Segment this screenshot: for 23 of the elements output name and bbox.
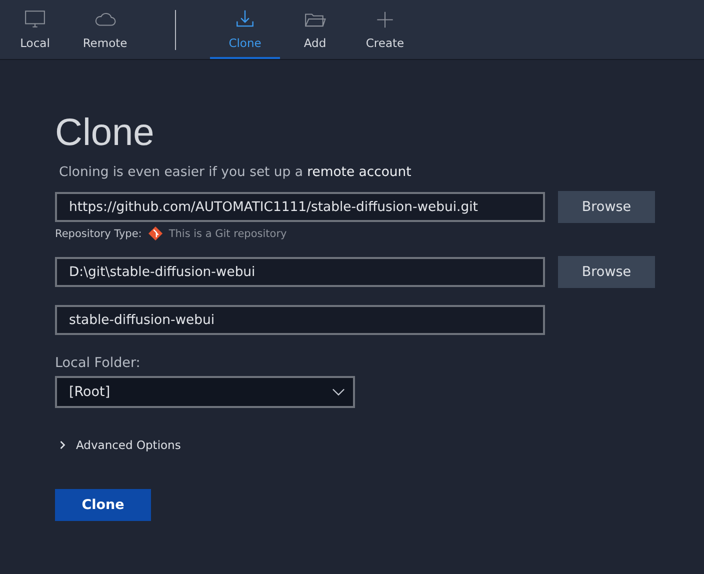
name-field[interactable]: stable-diffusion-webui xyxy=(55,305,545,335)
toolbar-tab[interactable]: Create xyxy=(350,0,420,59)
monitor-icon xyxy=(23,8,47,30)
chevron-down-icon xyxy=(332,388,345,396)
remote-account-link[interactable]: remote account xyxy=(307,165,412,180)
repository-type-label: Repository Type: xyxy=(55,228,142,240)
chevron-right-icon xyxy=(59,440,66,450)
toolbar-tab[interactable]: Add xyxy=(280,0,350,59)
toolbar-tab[interactable]: Clone xyxy=(210,0,280,59)
browse-button[interactable]: Browse xyxy=(558,256,655,288)
advanced-options-toggle[interactable]: Advanced Options xyxy=(59,438,181,452)
url-field[interactable]: https://github.com/AUTOMATIC1111/stable-diffusion-webui.git xyxy=(55,192,545,222)
git-icon xyxy=(148,226,163,241)
repository-type-text: This is a Git repository xyxy=(168,228,287,240)
page-title: Clone xyxy=(55,111,156,156)
local-folder-label: Local Folder: xyxy=(55,355,142,371)
clone-button[interactable]: Clone xyxy=(55,489,151,521)
browse-button[interactable]: Browse xyxy=(558,191,655,223)
toolbar-tab[interactable]: Local xyxy=(0,0,70,59)
toolbar-tab[interactable]: Remote xyxy=(70,0,140,59)
local-folder-dropdown[interactable]: [Root] xyxy=(55,376,355,408)
subtitle-text: Cloning is even easier if you set up a remote account xyxy=(59,164,412,182)
path-field[interactable]: D:\git\stable-diffusion-webui xyxy=(55,257,545,287)
